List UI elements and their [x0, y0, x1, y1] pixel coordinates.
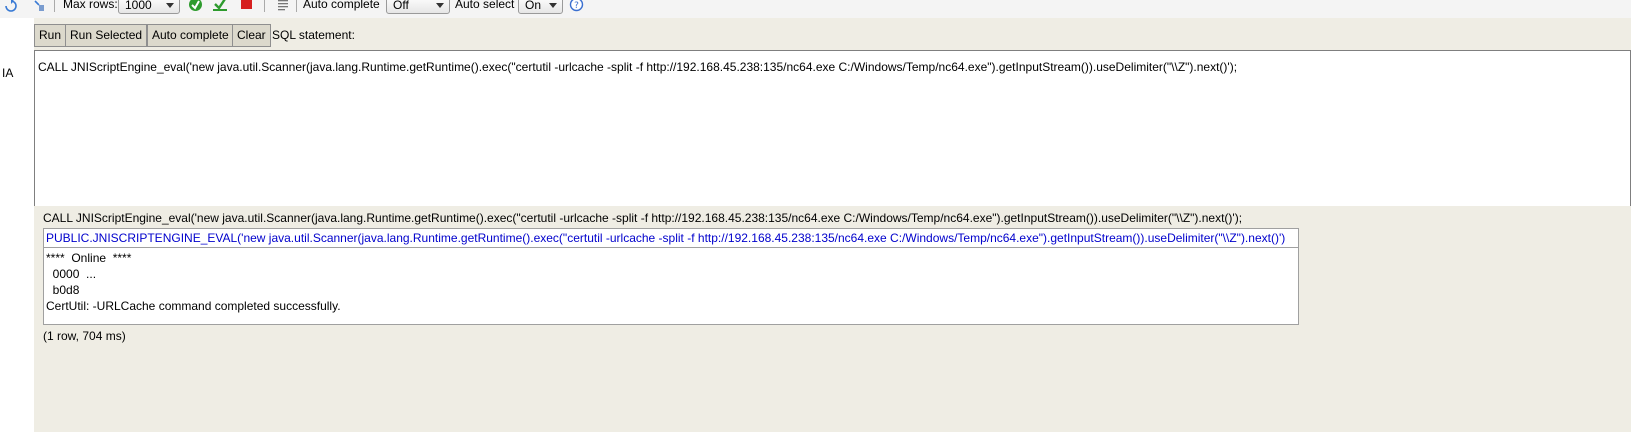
sql-statement-label: SQL statement: [272, 28, 355, 42]
max-rows-value: 1000 [125, 0, 152, 12]
svg-text:?: ? [574, 1, 579, 11]
result-line: b0d8 [46, 283, 80, 297]
sql-editor[interactable]: CALL JNIScriptEngine_eval('new java.util… [34, 50, 1631, 222]
chevron-down-icon [166, 3, 174, 8]
toolbar-separator [54, 0, 55, 12]
chevron-down-icon [549, 3, 557, 8]
toolbar-separator [296, 0, 297, 12]
max-rows-label: Max rows: [63, 0, 118, 11]
executed-statement: CALL JNIScriptEngine_eval('new java.util… [43, 211, 1243, 225]
result-line: 0000 ... [46, 267, 97, 281]
max-rows-select[interactable]: 1000 [118, 0, 180, 14]
auto-select-select[interactable]: On [518, 0, 563, 14]
auto-complete-label: Auto complete [303, 0, 380, 11]
query-panel: Run Run Selected Auto complete Clear SQL… [34, 18, 1631, 222]
run-icon[interactable] [188, 0, 202, 11]
refresh-icon[interactable] [4, 0, 18, 12]
result-table: PUBLIC.JNISCRIPTENGINE_EVAL('new java.ut… [43, 228, 1299, 325]
auto-complete-select[interactable]: Off [386, 0, 450, 14]
toolbar-separator [264, 0, 265, 12]
row-count: (1 row, 704 ms) [43, 329, 126, 343]
toolbar: Max rows: 1000 Auto complete Off Auto se… [0, 0, 1631, 19]
run-selected-button[interactable]: Run Selected [65, 24, 148, 47]
left-gutter: IA [0, 18, 34, 432]
gutter-text: IA [2, 66, 14, 80]
chevron-down-icon [436, 3, 444, 8]
result-column-header[interactable]: PUBLIC.JNISCRIPTENGINE_EVAL('new java.ut… [44, 229, 1298, 248]
stop-icon[interactable] [240, 0, 254, 11]
auto-select-value: On [525, 0, 542, 12]
result-line: **** Online **** [46, 251, 132, 265]
clear-button[interactable]: Clear [232, 24, 271, 47]
auto-complete-value: Off [393, 0, 409, 12]
disconnect-icon[interactable] [32, 0, 46, 12]
auto-select-label: Auto select [455, 0, 515, 11]
result-cell: **** Online **** 0000 ... b0d8 CertUtil:… [44, 248, 1298, 316]
history-icon[interactable] [276, 0, 290, 12]
result-line: CertUtil: -URLCache command completed su… [46, 299, 341, 313]
h2-console-page: Max rows: 1000 Auto complete Off Auto se… [0, 0, 1631, 432]
run-selected-icon[interactable] [212, 0, 227, 11]
help-icon[interactable]: ? [569, 0, 584, 12]
run-button[interactable]: Run [34, 24, 67, 47]
auto-complete-button[interactable]: Auto complete [147, 24, 234, 47]
result-panel: CALL JNIScriptEngine_eval('new java.util… [34, 206, 1631, 432]
